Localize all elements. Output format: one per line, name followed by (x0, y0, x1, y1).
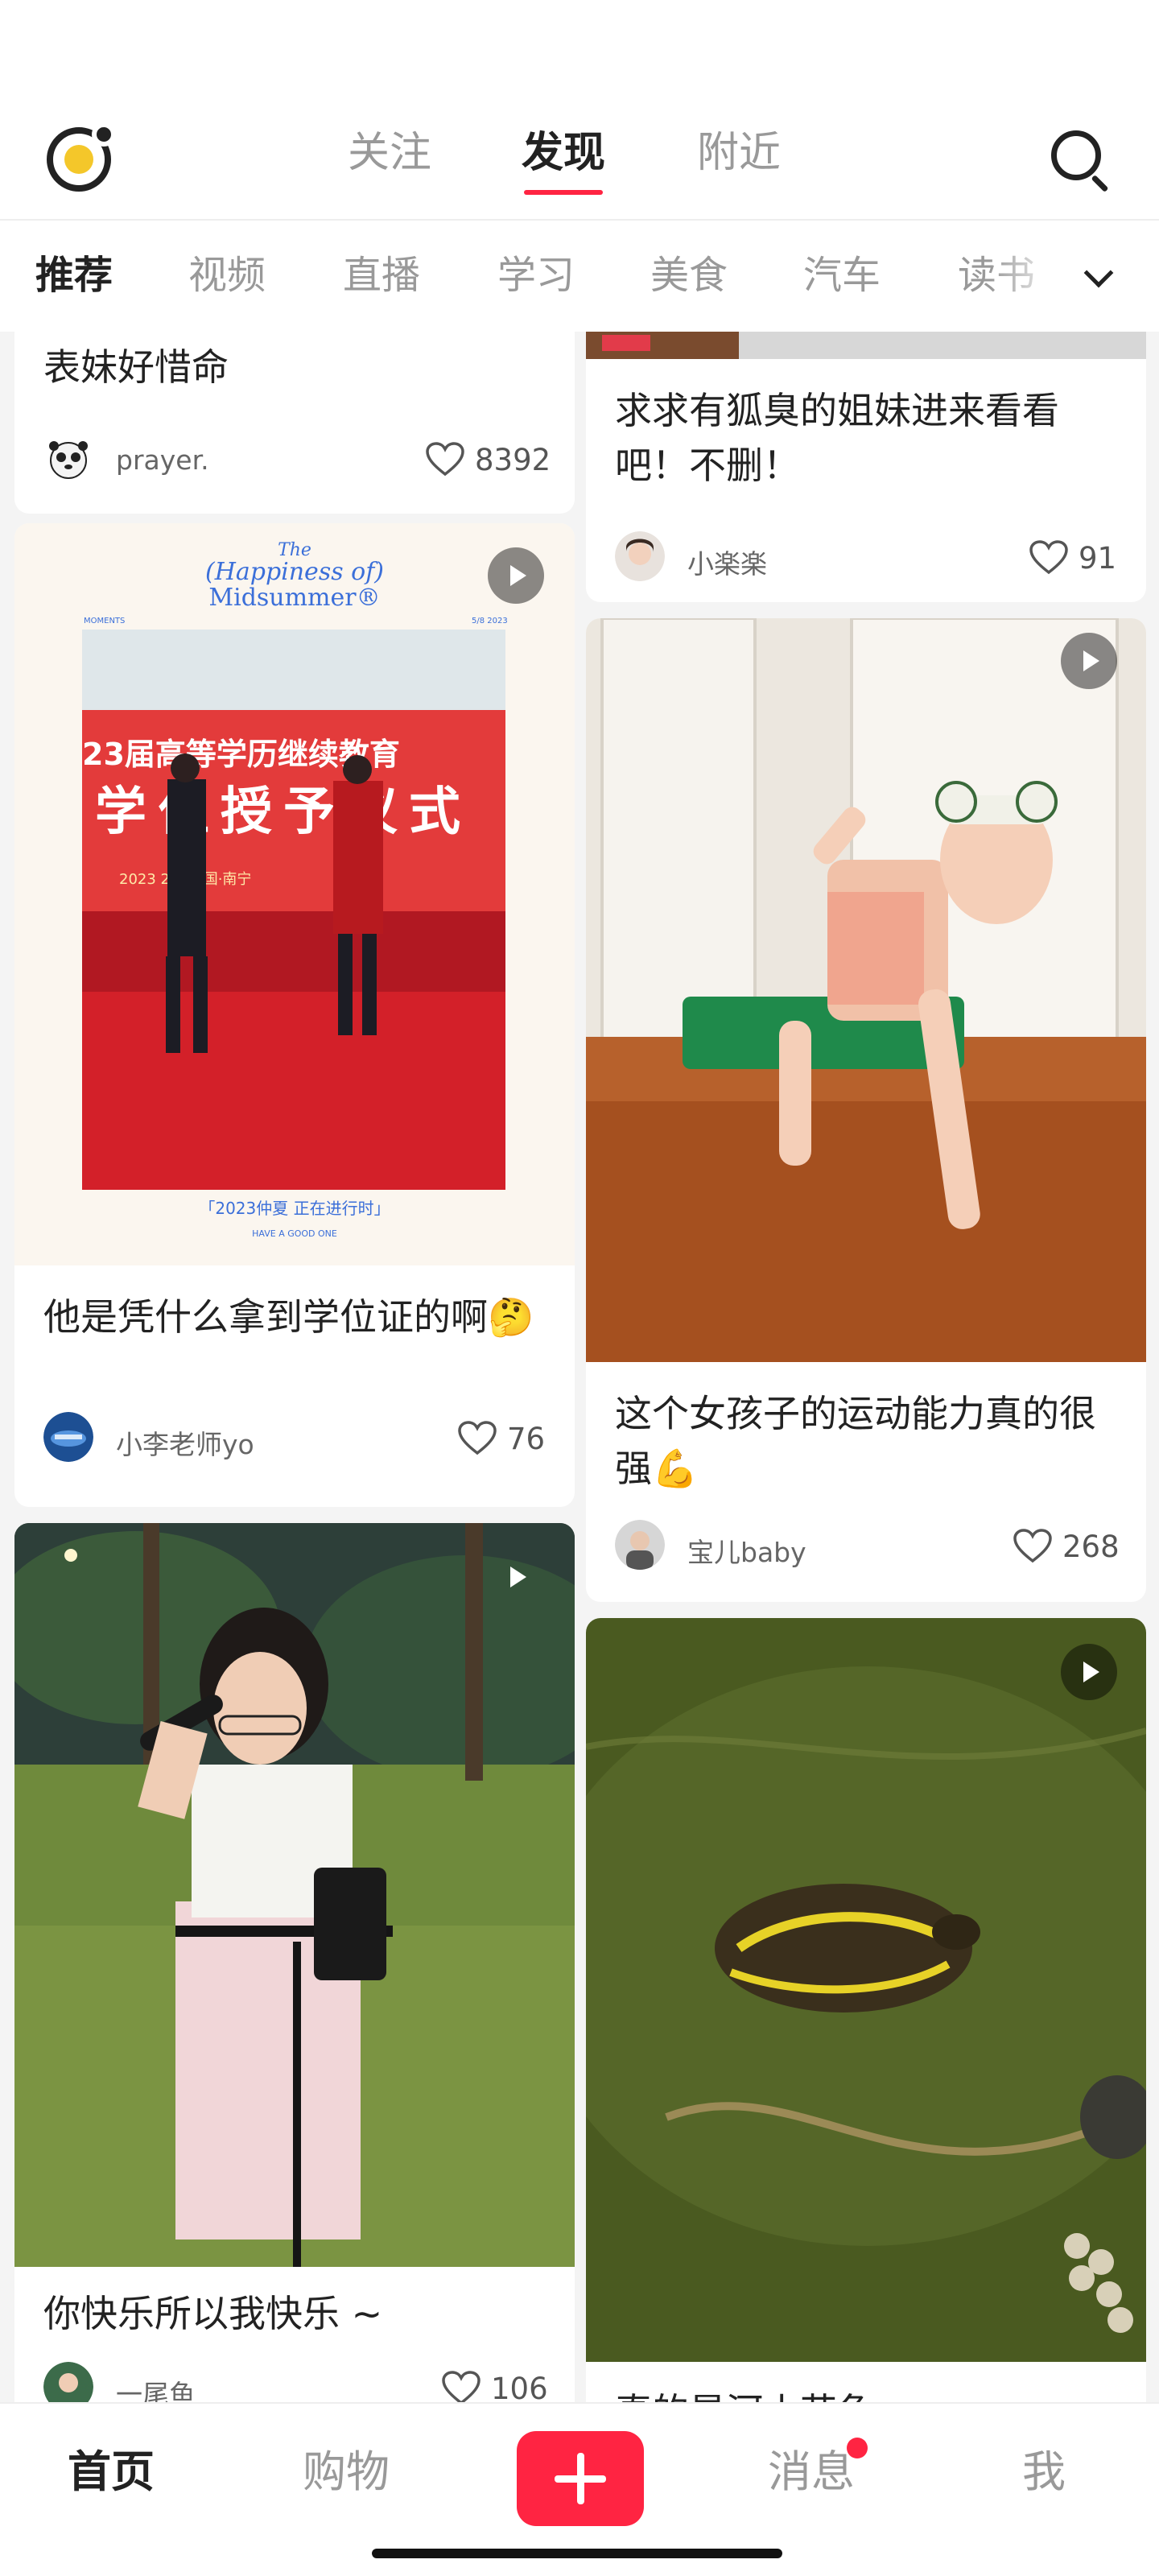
category-car[interactable]: 汽车 (803, 251, 881, 299)
search-icon[interactable] (1048, 127, 1112, 192)
like-count: 91 (1079, 541, 1117, 576)
tab-discover-label: 发现 (522, 129, 606, 177)
poster-right-tag: 5/8 2023 (472, 617, 508, 625)
like-count: 8392 (475, 443, 551, 477)
category-food[interactable]: 美食 (650, 251, 728, 299)
girl-photo (586, 618, 1146, 1362)
play-icon (1061, 1644, 1117, 1700)
avatar[interactable] (43, 433, 93, 483)
feed-card[interactable]: 求求有狐臭的姐妹进来看看吧！不删！ 小楽楽 91 (586, 332, 1146, 602)
card-cover-image (586, 618, 1146, 1362)
avatar[interactable] (43, 1412, 93, 1462)
author-name[interactable]: 一尾鱼 (116, 2373, 196, 2402)
like-button[interactable]: 91 (1029, 536, 1117, 576)
bottom-nav: 首页 购物 消息 我 (0, 2402, 1159, 2576)
home-indicator (372, 2549, 782, 2558)
feed-card[interactable]: 表妹好惜命 prayer. 8392 (14, 332, 575, 514)
card-title: 他是凭什么拿到学位证的啊🤔 (43, 1295, 534, 1339)
card-title: 表妹好惜命 (43, 345, 229, 389)
like-count: 76 (507, 1422, 546, 1456)
nav-messages[interactable]: 消息 (768, 2444, 855, 2500)
card-meta: 宝儿baby 268 (615, 1520, 1120, 1571)
feed: 表妹好惜命 prayer. 8392 The (Happiness of) Mi… (0, 332, 1159, 2402)
card-title: 这个女孩子的运动能力真的很强💪 (615, 1392, 1096, 1490)
author-name[interactable]: 宝儿baby (687, 1531, 806, 1570)
like-count: 268 (1062, 1530, 1120, 1564)
tab-nearby[interactable]: 附近 (697, 121, 781, 185)
heart-icon (1013, 1529, 1052, 1563)
card-meta: prayer. 8392 (43, 433, 551, 485)
poster-caption: 「2023仲夏 正在进行时」 (199, 1199, 390, 1218)
plus-icon-vertical (577, 2453, 584, 2504)
heart-icon (458, 1421, 497, 1455)
nav-shop[interactable]: 购物 (303, 2444, 390, 2500)
author-name[interactable]: 小李老师yo (116, 1423, 254, 1462)
poster-left-tag: MOMENTS (84, 617, 125, 625)
feed-card[interactable]: 这个女孩子的运动能力真的很强💪 宝儿baby 268 (586, 618, 1146, 1602)
notification-badge (847, 2438, 868, 2458)
author-name[interactable]: prayer. (116, 444, 209, 476)
category-recommend[interactable]: 推荐 (35, 251, 113, 299)
heart-icon (1029, 540, 1068, 575)
chevron-down-icon (1083, 258, 1114, 288)
category-bar: 推荐 视频 直播 学习 美食 汽车 读书 (0, 219, 1159, 333)
category-fade (990, 221, 1062, 333)
turtle-photo (586, 1618, 1146, 2362)
card-cover-image: The (Happiness of) Midsummer® MOMENTS 5/… (14, 523, 575, 1265)
card-title: 你快乐所以我快乐 ~ (43, 2292, 383, 2335)
feed-card[interactable]: The (Happiness of) Midsummer® MOMENTS 5/… (14, 523, 575, 1507)
poster-banner-line2: 学位授予仪式 (95, 782, 472, 842)
like-count: 106 (491, 2372, 548, 2402)
avatar[interactable] (43, 2362, 93, 2402)
nav-me[interactable]: 我 (1022, 2444, 1066, 2500)
avatar[interactable] (615, 531, 665, 581)
card-title: 真的是河小花龟 (615, 2384, 1122, 2402)
card-cover-image (586, 332, 1146, 359)
category-study[interactable]: 学习 (497, 251, 575, 299)
graduation-poster: The (Happiness of) Midsummer® MOMENTS 5/… (14, 523, 575, 1265)
card-cover-image (586, 1618, 1146, 2362)
search-icon-ring (1051, 130, 1101, 180)
author-name[interactable]: 小楽楽 (687, 543, 767, 581)
card-cover-image (14, 1523, 575, 2267)
category-expand-button[interactable] (1070, 256, 1127, 304)
tab-discover[interactable]: 发现 (522, 121, 606, 195)
poster-sub-caption: HAVE A GOOD ONE (252, 1228, 337, 1239)
poster-brand-line2: (Happiness of) (205, 558, 384, 586)
card-meta: 小楽楽 91 (615, 531, 1117, 583)
tab-following[interactable]: 关注 (348, 121, 431, 185)
card-meta: 小李老师yo 76 (43, 1412, 546, 1463)
active-tab-indicator (524, 190, 603, 195)
avatar[interactable] (615, 1520, 665, 1570)
singer-photo (14, 1523, 575, 2267)
like-button[interactable]: 76 (457, 1417, 546, 1457)
main-tabs: 关注 发现 附近 (0, 121, 1159, 201)
play-icon (488, 1549, 544, 1605)
category-video[interactable]: 视频 (188, 251, 266, 299)
post-button[interactable] (517, 2431, 644, 2526)
play-icon (1061, 633, 1117, 689)
search-icon-handle (1091, 175, 1109, 192)
play-icon (488, 547, 544, 604)
like-button[interactable]: 8392 (425, 438, 551, 478)
feed-card[interactable]: 你快乐所以我快乐 ~ 一尾鱼 106 (14, 1523, 575, 2402)
top-bar: 关注 发现 附近 (0, 0, 1159, 219)
like-button[interactable]: 268 (1013, 1525, 1120, 1565)
poster-brand-line3: Midsummer® (208, 584, 380, 612)
card-meta: 一尾鱼 106 (43, 2362, 548, 2402)
feed-card[interactable]: 真的是河小花龟 (586, 1618, 1146, 2402)
nav-home[interactable]: 首页 (68, 2444, 155, 2500)
card-title: 求求有狐臭的姐妹进来看看吧！不删！ (615, 389, 1059, 487)
heart-icon (426, 442, 464, 477)
category-live[interactable]: 直播 (343, 251, 420, 299)
heart-icon (442, 2371, 481, 2402)
like-button[interactable]: 106 (441, 2367, 548, 2402)
